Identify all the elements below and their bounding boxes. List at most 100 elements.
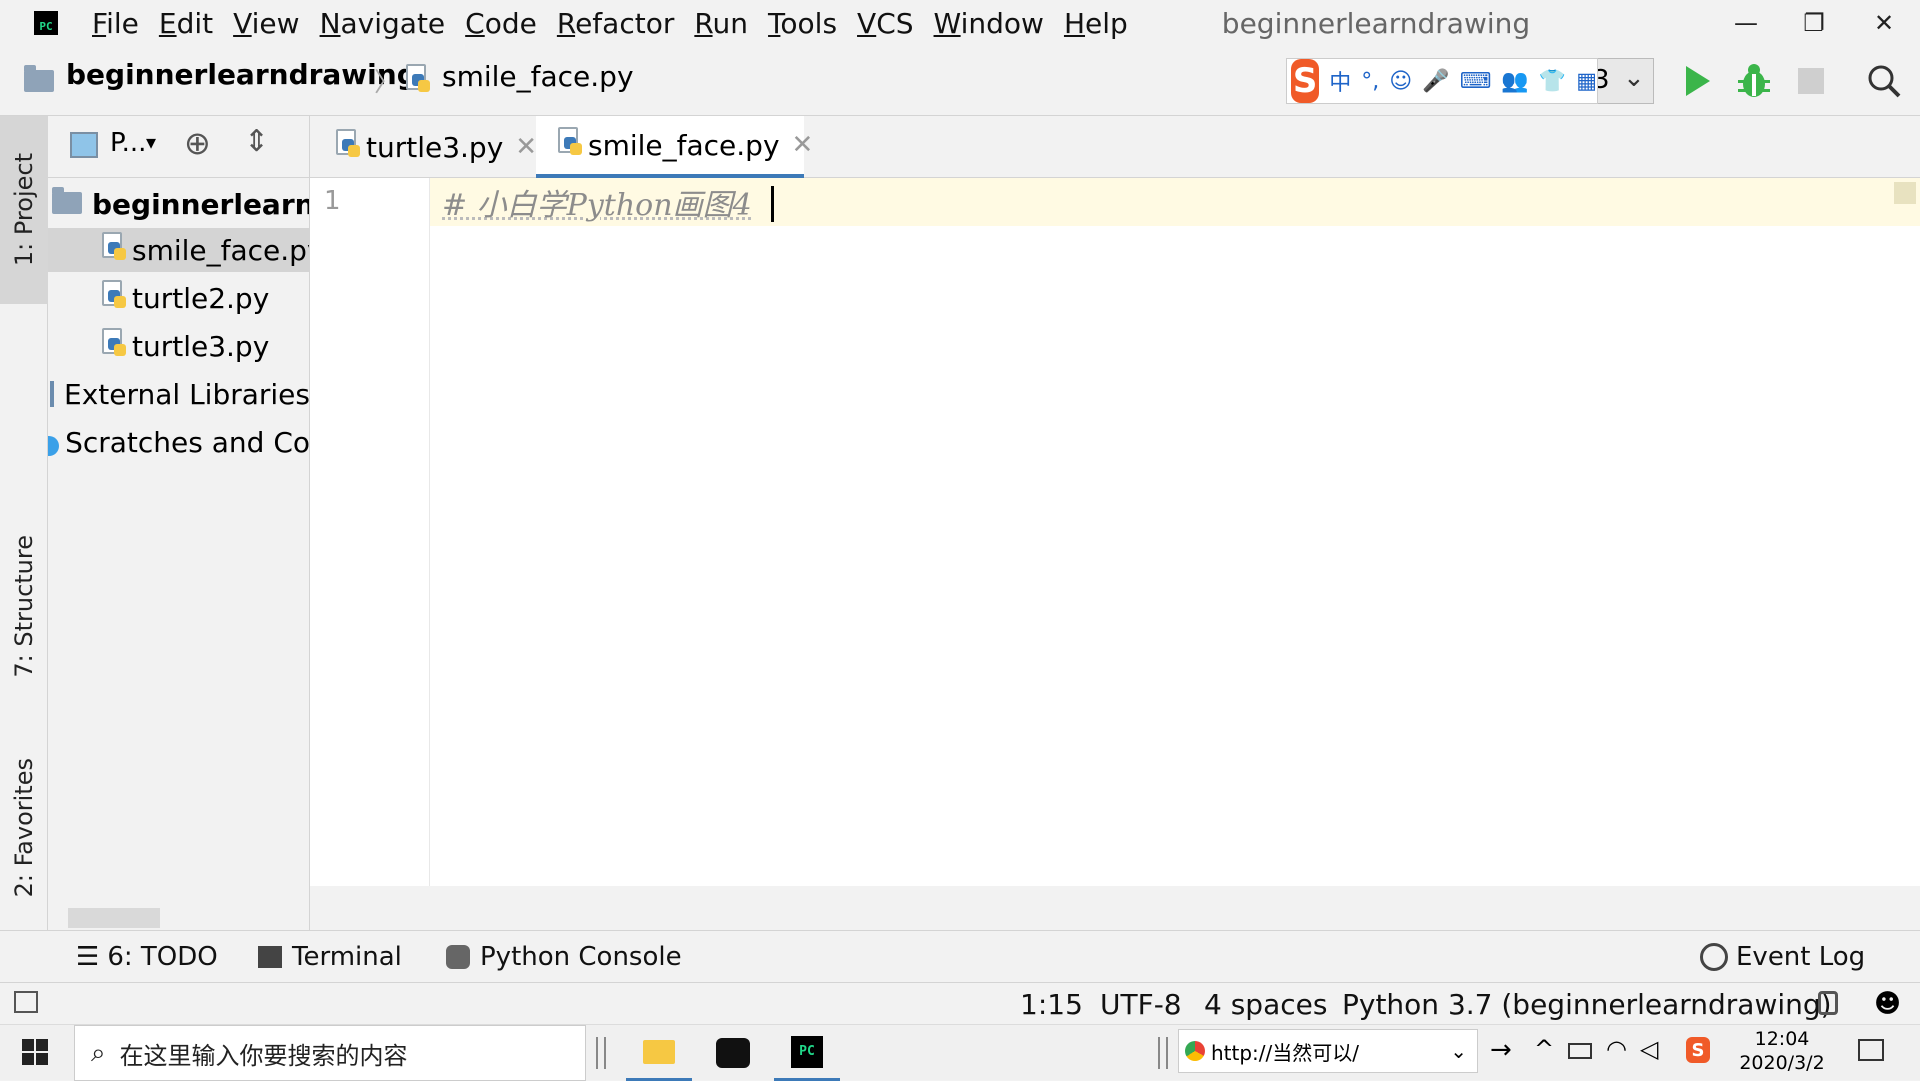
sogou-logo-icon[interactable]: S [1291,59,1320,103]
lock-icon[interactable] [1818,991,1838,1015]
tab-project[interactable]: 1: Project [0,116,48,304]
toggle-tool-windows-icon[interactable] [14,991,38,1013]
dropdown-arrow-icon[interactable]: ▾ [146,130,156,154]
todo-tool-button[interactable]: ☰ 6: TODO [76,931,218,983]
wifi-icon[interactable]: ◠ [1606,1035,1627,1063]
tree-item-external-libraries[interactable]: External Libraries [48,372,310,416]
menu-edit[interactable]: Edit [159,7,213,40]
run-button[interactable] [1680,62,1714,100]
tab-project-label: 1: Project [10,153,38,267]
clock-time: 12:04 [1754,1028,1810,1050]
menu-navigate[interactable]: Navigate [320,7,446,40]
tab-structure[interactable]: 7: Structure [0,506,48,706]
tree-root[interactable]: beginnerlearndr [48,182,309,226]
tab-turtle3[interactable]: turtle3.py ✕ [334,116,537,178]
inspection-indicator-icon[interactable] [1894,182,1916,204]
tab-smile-face[interactable]: smile_face.py ✕ [536,116,813,178]
text-caret [771,186,774,222]
play-icon [1686,66,1710,96]
ime-punctuation-button[interactable]: °, [1361,69,1379,94]
menu-bar: PC File Edit View Navigate Code Refactor… [0,0,1920,46]
collapse-all-icon[interactable]: ⇕ [244,124,269,159]
minimize-button[interactable]: — [1716,6,1776,40]
folder-icon [643,1039,675,1064]
tree-item-smile-face[interactable]: smile_face.py [48,228,309,272]
taskbar-search-box[interactable]: ⌕ 在这里输入你要搜索的内容 [74,1025,586,1081]
menu-vcs[interactable]: VCS [857,7,913,40]
locate-file-icon[interactable]: ⊕ [184,124,211,162]
ime-voice-button[interactable]: 🎤 [1422,69,1449,94]
tab-favorites[interactable]: 2: Favorites [0,728,48,928]
editor[interactable] [310,116,1920,886]
windows-start-icon[interactable] [22,1039,48,1065]
python-console-label: Python Console [480,942,682,972]
horizontal-scrollbar[interactable] [68,908,160,928]
tab-label: turtle3.py [366,130,504,164]
todo-label: 6: TODO [107,942,218,972]
breadcrumb-project[interactable]: beginnerlearndrawing [66,58,417,91]
project-panel-header: P... ▾ ⊕ ⇕ [48,116,309,178]
sogou-tray-icon[interactable]: S [1686,1037,1710,1063]
indent-setting[interactable]: 4 spaces [1204,983,1327,1025]
python-console-icon [446,945,470,969]
volume-icon[interactable]: ◁ [1640,1035,1658,1063]
python-console-tool-button[interactable]: Python Console [446,931,682,983]
file-explorer-taskbar-button[interactable] [626,1025,692,1081]
taskbar-clock[interactable]: 12:04 2020/3/2 [1732,1027,1832,1075]
tree-item-scratches[interactable]: Scratches and Co [48,420,309,464]
clock-date: 2020/3/2 [1739,1052,1825,1074]
notification-icon[interactable] [1858,1039,1884,1061]
tree-item-turtle2[interactable]: turtle2.py [48,276,309,320]
battery-icon[interactable] [1568,1043,1592,1059]
tree-item-turtle3[interactable]: turtle3.py [48,324,309,368]
left-tool-strip: 1: Project 7: Structure 2: Favorites [0,116,48,980]
menu-file[interactable]: File [92,7,139,40]
library-icon [50,381,56,407]
search-button[interactable] [1866,62,1902,100]
taskbar-url: http://当然可以/ [1211,1040,1360,1065]
file-encoding[interactable]: UTF-8 [1100,983,1182,1025]
ime-chinese-mode-button[interactable]: 中 [1329,65,1351,97]
menu-window[interactable]: Window [934,7,1044,40]
menu-view[interactable]: View [233,7,299,40]
pycharm-taskbar-button[interactable]: PC [774,1025,840,1081]
go-arrow-icon[interactable]: → [1490,1035,1512,1065]
menu-tools[interactable]: Tools [768,7,837,40]
caret-position[interactable]: 1:15 [1020,983,1083,1025]
ime-toolbox-button[interactable]: ▦ [1576,69,1597,94]
python-interpreter[interactable]: Python 3.7 (beginnerlearndrawing) [1342,983,1832,1025]
menu-code[interactable]: Code [465,7,537,40]
ime-keyboard-button[interactable]: ⌨ [1460,69,1492,94]
tree-item-label: External Libraries [64,377,310,411]
chevron-down-icon: ⌄ [1623,63,1645,93]
chevron-down-icon[interactable]: ⌄ [1450,1039,1467,1063]
show-hidden-icons-icon[interactable]: ^ [1534,1035,1554,1063]
screen-recorder-taskbar-button[interactable] [700,1025,766,1081]
close-button[interactable]: ✕ [1854,6,1914,40]
pycharm-logo-icon: PC [34,11,58,35]
inspector-icon[interactable]: ☻ [1874,989,1901,1019]
close-tab-icon[interactable]: ✕ [792,130,814,160]
stop-button[interactable] [1798,68,1824,94]
menu-run[interactable]: Run [694,7,748,40]
menu-refactor[interactable]: Refactor [557,7,674,40]
ime-emoji-button[interactable]: ☺ [1389,69,1412,94]
taskbar-address-box[interactable]: http://当然可以/ ⌄ [1178,1029,1478,1073]
close-tab-icon[interactable]: ✕ [515,132,537,162]
code-line[interactable]: # 小白学Python画图4 [442,178,752,226]
ime-users-button[interactable]: 👥 [1501,69,1528,94]
menu-help[interactable]: Help [1064,7,1128,40]
scratches-icon [48,428,60,456]
editor-tab-bar: turtle3.py ✕ smile_face.py ✕ [310,116,1920,178]
restore-button[interactable]: ❐ [1784,6,1844,40]
terminal-tool-button[interactable]: Terminal [258,931,402,983]
window-title: beginnerlearndrawing [1221,6,1531,40]
event-log-icon [1700,943,1728,971]
debug-button[interactable] [1736,62,1772,100]
project-view-selector[interactable]: P... [110,128,146,158]
tab-favorites-label: 2: Favorites [10,758,38,898]
ime-skin-button[interactable]: 👕 [1539,69,1566,94]
breadcrumb-file[interactable]: smile_face.py [442,60,634,93]
event-log-tool-button[interactable]: Event Log [1700,931,1865,983]
tab-structure-label: 7: Structure [10,534,38,678]
